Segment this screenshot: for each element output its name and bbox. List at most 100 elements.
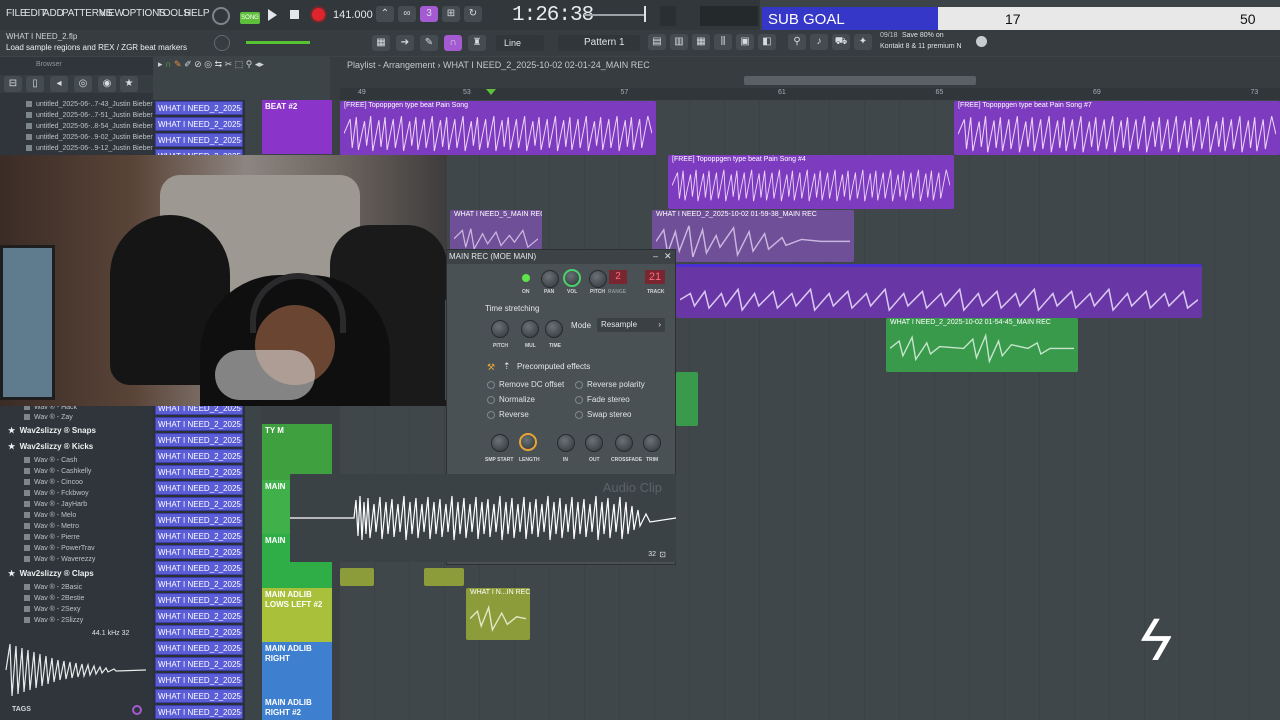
globe-icon[interactable]: [976, 36, 987, 47]
on-led[interactable]: [522, 274, 530, 282]
ts-pitch-knob[interactable]: [491, 320, 509, 338]
play-button[interactable]: [268, 9, 277, 21]
pan-knob[interactable]: [541, 270, 559, 288]
delete-icon[interactable]: ⊘: [194, 59, 202, 69]
list-item[interactable]: Wav ® - Zay: [24, 414, 73, 421]
mode-select[interactable]: Resample ›: [597, 318, 665, 332]
list-item[interactable]: Wav ® - Cincoo: [24, 479, 83, 486]
in-knob[interactable]: [557, 434, 575, 452]
effect-option[interactable]: Normalize: [487, 395, 535, 404]
browser-back-icon[interactable]: ◂: [50, 76, 68, 92]
effect-option[interactable]: Swap stereo: [575, 410, 631, 419]
channel-item[interactable]: WHAT I NEED_2_2025-10..: [155, 561, 243, 575]
wait-for-input-icon[interactable]: ∞: [398, 6, 416, 22]
channel-item[interactable]: WHAT I NEED_2_2025-10..: [155, 609, 243, 623]
list-item[interactable]: Wav ® - 2Basic: [24, 584, 82, 591]
channel-rack-icon[interactable]: ▦: [692, 34, 710, 50]
audio-clip[interactable]: WHAT I NEED_2_2025-10-02 01-54-45_MAIN R…: [886, 318, 1078, 372]
pencil-icon[interactable]: ✎: [174, 59, 182, 69]
expand-icon[interactable]: ⊡: [659, 550, 666, 559]
folder-kicks[interactable]: ★ Wav2slizzy ® Kicks: [8, 442, 93, 451]
audio-clip[interactable]: [340, 568, 374, 586]
playlist-icon[interactable]: ▤: [648, 34, 666, 50]
channel-item[interactable]: WHAT I NEED_2_2025-10..: [155, 101, 243, 115]
effect-option[interactable]: Remove DC offset: [487, 380, 564, 389]
timeline-ruler[interactable]: [340, 88, 1280, 100]
effect-option[interactable]: Reverse polarity: [575, 380, 645, 389]
loop-record-icon[interactable]: ↻: [464, 6, 482, 22]
channel-item[interactable]: WHAT I NEED_2_2025-10..: [155, 593, 243, 607]
step-edit-icon[interactable]: ⊞: [442, 6, 460, 22]
channel-item[interactable]: WHAT I NEED_2_2025-10..: [155, 689, 243, 703]
track-header[interactable]: MAIN ADLIB LOWS LEFT #2: [262, 588, 332, 642]
recording-icon[interactable]: ♪: [810, 34, 828, 50]
playback-icon[interactable]: ◂▸: [255, 59, 264, 69]
hint-volume-knob[interactable]: [214, 35, 230, 51]
metronome-icon[interactable]: ⌃: [376, 6, 394, 22]
menu-help[interactable]: HELP: [184, 8, 210, 19]
channel-item[interactable]: WHAT I NEED_2_2025-10..: [155, 705, 243, 719]
slice-icon[interactable]: ✂: [225, 59, 233, 69]
pencil-tool-icon[interactable]: ✎: [420, 35, 438, 51]
browser-star-icon[interactable]: ★: [120, 76, 138, 92]
track-header[interactable]: TY M: [262, 424, 332, 480]
clip-preview-waveform[interactable]: Audio Clip 32 ⊡: [290, 474, 676, 562]
channel-item[interactable]: WHAT I NEED_2_2025-10..: [155, 577, 243, 591]
range-value[interactable]: 2: [609, 270, 627, 284]
playlist-magnet-icon[interactable]: ∩: [165, 59, 171, 69]
list-item[interactable]: Wav ® - PowerTrav: [24, 545, 95, 552]
track-value[interactable]: 21: [645, 270, 665, 284]
list-item[interactable]: Wav ® - Metro: [24, 523, 79, 530]
channel-item[interactable]: WHAT I NEED_2_2025-10..: [155, 417, 243, 431]
magnet-snap-icon[interactable]: ∩: [444, 35, 462, 51]
length-knob[interactable]: [519, 433, 537, 451]
mixer-icon[interactable]: ⫼: [714, 34, 732, 50]
channel-item[interactable]: WHAT I NEED_2_2025-10..: [155, 465, 243, 479]
channel-item[interactable]: WHAT I NEED_2_2025-10..: [155, 625, 243, 639]
channel-item[interactable]: WHAT I NEED_2_2025-10..: [155, 673, 243, 687]
brush-icon[interactable]: ✐: [184, 59, 192, 69]
song-position-time[interactable]: 1:26:38: [512, 4, 594, 27]
list-item[interactable]: Wav ® - Cashkelly: [24, 468, 91, 475]
channel-item[interactable]: WHAT I NEED_2_2025-10..: [155, 133, 243, 147]
browser-toggle-icon[interactable]: ▣: [736, 34, 754, 50]
close-icon[interactable]: ✕: [664, 251, 672, 262]
browser-file-icon[interactable]: ▯: [26, 76, 44, 92]
track-header[interactable]: BEAT #2: [262, 100, 332, 154]
channel-item[interactable]: WHAT I NEED_2_2025-10..: [155, 641, 243, 655]
list-item[interactable]: Wav ® - Pierre: [24, 534, 80, 541]
list-item[interactable]: Wav ® - Waverezzy: [24, 556, 95, 563]
playlist-scrollbar[interactable]: [744, 76, 976, 85]
audio-clip[interactable]: [FREE] Topoppgen type beat Pain Song: [340, 101, 656, 155]
plugin-picker-icon[interactable]: ◧: [758, 34, 776, 50]
zoom-icon[interactable]: ⚲: [246, 59, 253, 69]
list-item[interactable]: untitled_2025-06-..7-43_Justin Bieber: [26, 101, 153, 108]
browser-view-icon[interactable]: ◉: [98, 76, 116, 92]
channel-item[interactable]: WHAT I NEED_2_2025-10..: [155, 481, 243, 495]
mute-icon[interactable]: ◎: [204, 59, 212, 69]
channel-item[interactable]: WHAT I NEED_2_2025-10..: [155, 117, 243, 131]
crossfade-knob[interactable]: [615, 434, 633, 452]
channel-item[interactable]: WHAT I NEED_2_2025-10..: [155, 545, 243, 559]
slip-icon[interactable]: ⇆: [215, 59, 223, 69]
out-knob[interactable]: [585, 434, 603, 452]
browser-collapse-icon[interactable]: ⊟: [4, 76, 22, 92]
cart-icon[interactable]: ⛟: [832, 34, 850, 50]
record-button[interactable]: [310, 6, 327, 23]
trim-knob[interactable]: [643, 434, 661, 452]
track-header[interactable]: MAIN ADLIB RIGHT #2: [262, 696, 332, 720]
list-item[interactable]: Wav ® - Cash: [24, 457, 77, 464]
pattern-select[interactable]: Pattern 1: [558, 35, 640, 51]
audio-clip[interactable]: [424, 568, 464, 586]
list-item[interactable]: Wav ® - 2Slizzy: [24, 617, 83, 624]
audio-clip[interactable]: [FREE] Topoppgen type beat Pain Song #7: [954, 101, 1280, 155]
piano-roll-icon[interactable]: ▥: [670, 34, 688, 50]
menu-view[interactable]: VIEW: [99, 8, 124, 19]
browser-search-icon[interactable]: ◎: [74, 76, 92, 92]
tempo-display[interactable]: 141.000: [333, 9, 373, 21]
menu-add[interactable]: ADD: [43, 8, 64, 19]
master-level-slider[interactable]: [246, 41, 310, 44]
folder-snaps[interactable]: ★ Wav2slizzy ® Snaps: [8, 426, 96, 435]
arrow-up-icon[interactable]: ⇡: [503, 361, 511, 372]
audio-clip[interactable]: [676, 372, 698, 426]
